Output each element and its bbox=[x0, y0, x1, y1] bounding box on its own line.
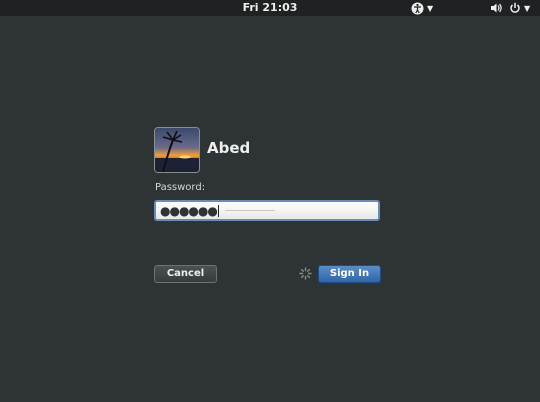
password-label: Password: bbox=[155, 182, 206, 193]
power-menu[interactable]: ▼ bbox=[509, 1, 530, 15]
sign-in-button[interactable]: Sign In bbox=[318, 265, 381, 283]
volume-icon bbox=[491, 3, 502, 13]
user-avatar bbox=[154, 127, 200, 173]
accessibility-menu[interactable]: ▼ bbox=[411, 1, 433, 15]
chevron-down-icon: ▼ bbox=[427, 3, 434, 13]
password-field[interactable]: ●●●●●● bbox=[154, 200, 380, 221]
spinner-icon bbox=[299, 267, 312, 280]
chevron-down-icon: ▼ bbox=[524, 3, 531, 13]
clock-label: Fri 21:03 bbox=[242, 1, 298, 14]
password-dots: ●●●●●● bbox=[160, 203, 218, 218]
power-icon bbox=[510, 2, 520, 13]
login-screen: Fri 21:03 ▼ ▼ Abed Password: ●●●●●● Canc… bbox=[0, 0, 540, 402]
volume-menu[interactable] bbox=[490, 1, 503, 15]
cancel-button[interactable]: Cancel bbox=[154, 265, 217, 283]
text-caret bbox=[217, 204, 219, 217]
field-divider bbox=[224, 210, 275, 211]
username: Abed bbox=[207, 139, 251, 157]
avatar-image bbox=[155, 128, 199, 172]
clock[interactable]: Fri 21:03 bbox=[0, 0, 540, 16]
top-panel: Fri 21:03 ▼ ▼ bbox=[0, 0, 540, 16]
accessibility-icon bbox=[411, 2, 424, 14]
